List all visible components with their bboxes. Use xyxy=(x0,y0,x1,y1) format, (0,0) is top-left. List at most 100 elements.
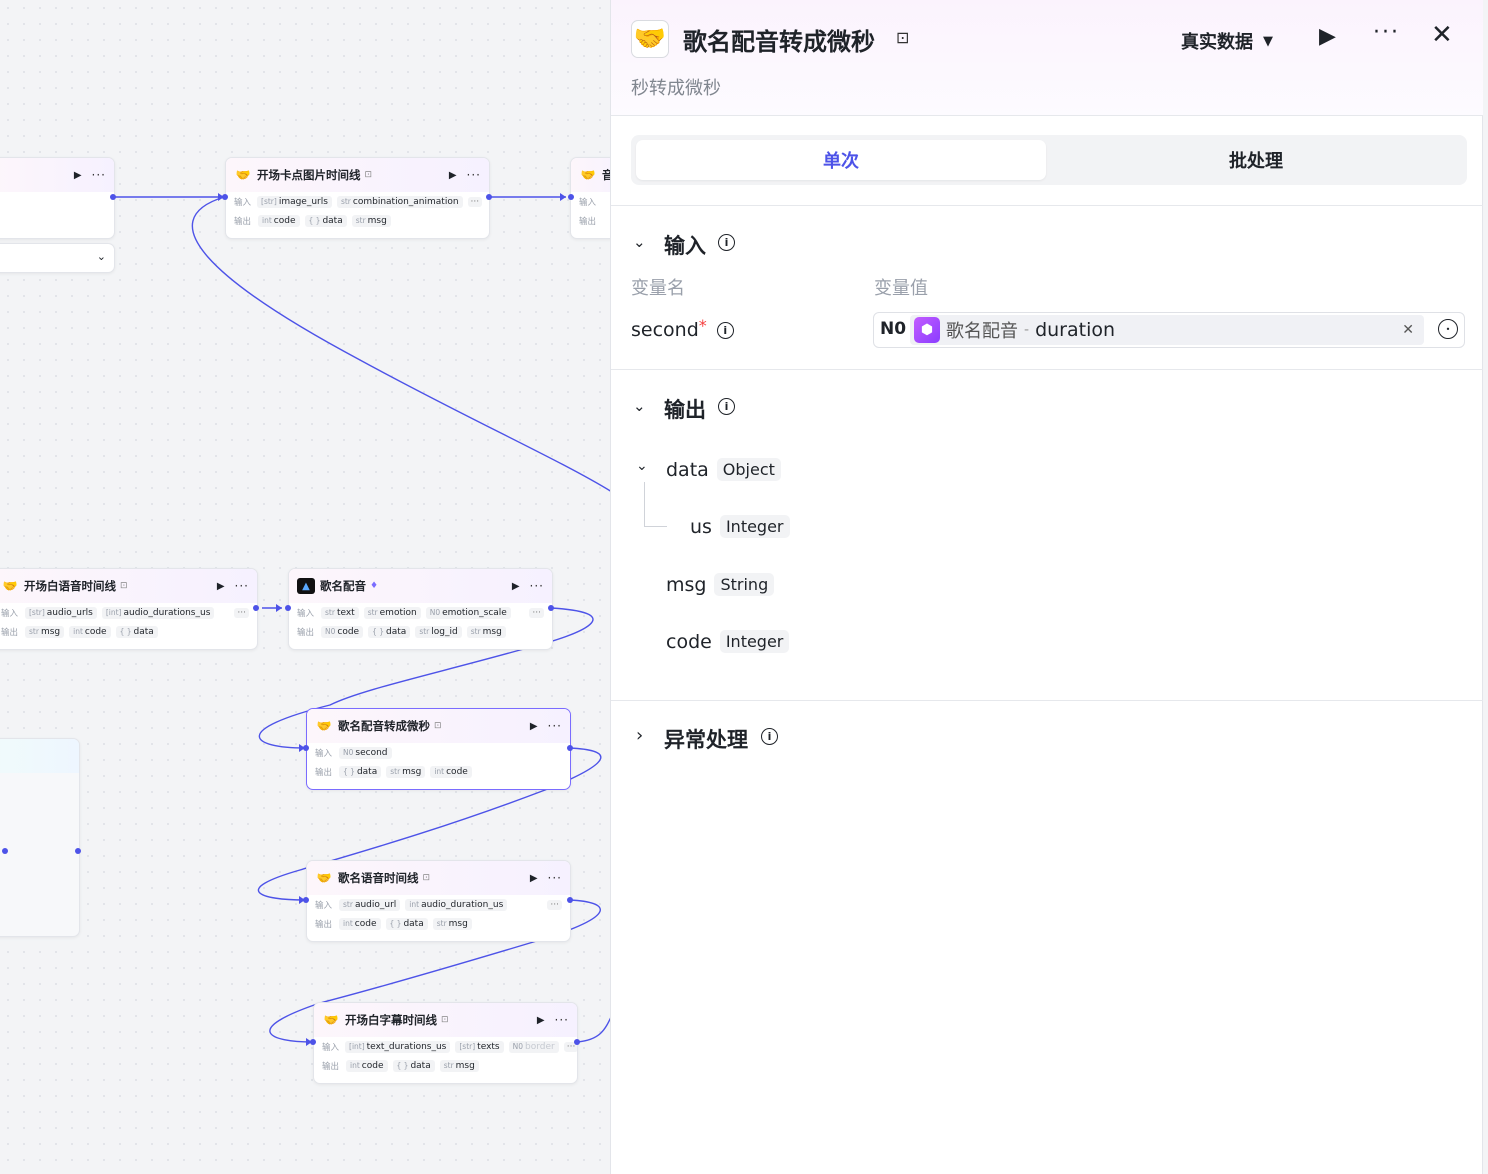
more-icon[interactable]: ··· xyxy=(555,1013,569,1027)
input-section-title[interactable]: 输入 xyxy=(664,230,706,260)
more-params[interactable]: ··· xyxy=(234,607,249,618)
app-logo-icon: ▲ xyxy=(297,578,315,594)
output-field-msg: msg String xyxy=(666,573,775,596)
data-mode-select[interactable]: 真实数据 ▼ xyxy=(1181,28,1273,54)
ref-separator: - xyxy=(1024,322,1030,338)
clear-icon[interactable]: ✕ xyxy=(1402,322,1414,338)
divider xyxy=(611,205,1483,206)
plugin-icon: ⊡ xyxy=(364,170,373,180)
more-icon[interactable]: ··· xyxy=(548,871,562,885)
node-port[interactable] xyxy=(310,1039,316,1045)
chevron-down-icon[interactable]: ⌄ xyxy=(636,458,648,474)
workflow-canvas[interactable]: ▶ ··· ⌄ 🤝 开场卡点图片时间线 ⊡ ▶ ··· 输入 [str] imag… xyxy=(0,0,612,1174)
node-group[interactable] xyxy=(0,738,80,937)
node-voice-timeline[interactable]: 🤝 歌名语音时间线 ⊡ ▶ ··· 输入 str audio_url int aud… xyxy=(306,860,571,942)
edge xyxy=(191,196,612,493)
node-port[interactable] xyxy=(75,848,81,854)
chevron-right-icon[interactable]: › xyxy=(636,725,643,746)
node-yin[interactable]: 🤝 音 输入 输出 xyxy=(570,157,612,239)
reference-chip[interactable]: ⬢ 歌名配音 - duration ✕ xyxy=(910,315,1424,345)
info-icon[interactable]: i xyxy=(718,234,735,251)
verified-icon: ♦ xyxy=(370,581,379,591)
node-port[interactable] xyxy=(567,745,573,751)
required-mark: * xyxy=(698,315,707,335)
more-params[interactable]: ··· xyxy=(467,196,483,207)
param-tag: int code xyxy=(258,214,300,227)
node-inputs: 输入 [str] image_urls str combination_animat… xyxy=(226,192,489,211)
more-icon[interactable]: ··· xyxy=(92,168,106,182)
error-section-title[interactable]: 异常处理 xyxy=(664,724,748,754)
panel-title[interactable]: 歌名配音转成微秒 xyxy=(683,22,875,57)
divider xyxy=(611,369,1483,370)
more-icon[interactable]: ··· xyxy=(235,579,249,593)
run-icon[interactable]: ▶ xyxy=(217,581,225,592)
node-convert-to-microseconds[interactable]: 🤝 歌名配音转成微秒 ⊡ ▶ ··· 输入 N0 second 输出 { } dat… xyxy=(306,708,571,790)
more-icon[interactable]: ··· xyxy=(548,719,562,733)
node-previous[interactable]: ▶ ··· xyxy=(0,157,115,239)
node-port[interactable] xyxy=(568,194,574,200)
run-icon[interactable]: ▶ xyxy=(537,1015,545,1026)
chevron-down-icon[interactable]: ⌄ xyxy=(633,397,646,415)
run-icon[interactable]: ▶ xyxy=(512,581,520,592)
edge-arrow xyxy=(560,193,566,201)
node-gemingpeiyin[interactable]: ▲ 歌名配音 ♦ ▶ ··· 输入 str text str emotion N0 e… xyxy=(288,568,553,650)
select-dropdown[interactable]: ⌄ xyxy=(0,243,115,273)
node-detail-panel: 🤝 歌名配音转成微秒 ⊡ 真实数据 ▼ ▶ ··· ✕ 秒转成微秒 单次 批处理… xyxy=(610,0,1483,1174)
plugin-icon: ⊡ xyxy=(434,721,442,731)
plugin-icon: ⊡ xyxy=(120,581,128,591)
tab-single[interactable]: 单次 xyxy=(636,140,1046,180)
node-port[interactable] xyxy=(567,897,573,903)
close-icon[interactable]: ✕ xyxy=(1431,22,1453,48)
handshake-icon: 🤝 xyxy=(2,579,18,593)
node-port[interactable] xyxy=(253,605,259,611)
node-port[interactable] xyxy=(303,897,309,903)
node-outputs: 输出 int code { } data str msg xyxy=(226,211,489,230)
node-port[interactable] xyxy=(222,194,228,200)
panel-subtitle: 秒转成微秒 xyxy=(631,78,721,99)
output-field-code: code Integer xyxy=(666,630,790,653)
node-kadian-timeline[interactable]: 🤝 开场卡点图片时间线 ⊡ ▶ ··· 输入 [str] image_urls s… xyxy=(225,157,490,239)
plugin-icon: ⊡ xyxy=(441,1015,449,1025)
param-tag: [str] image_urls xyxy=(257,195,332,208)
node-port[interactable] xyxy=(486,194,492,200)
canvas-right-edge xyxy=(1482,0,1488,1174)
run-icon[interactable]: ▶ xyxy=(530,721,538,732)
param-tag: str combination_animation xyxy=(336,195,463,208)
more-icon[interactable]: ··· xyxy=(1373,20,1400,45)
column-header-name: 变量名 xyxy=(631,278,685,299)
run-icon[interactable]: ▶ xyxy=(74,170,82,181)
plugin-icon: ⊡ xyxy=(422,873,431,883)
run-icon[interactable]: ▶ xyxy=(449,170,457,181)
node-port[interactable] xyxy=(2,848,8,854)
node-port[interactable] xyxy=(303,745,309,751)
more-params[interactable]: ··· xyxy=(547,899,562,910)
chevron-down-icon: ⌄ xyxy=(96,250,106,263)
run-icon[interactable]: ▶ xyxy=(1319,24,1336,49)
output-section-title[interactable]: 输出 xyxy=(664,394,706,424)
node-port[interactable] xyxy=(110,194,116,200)
more-icon[interactable]: ··· xyxy=(530,579,544,593)
run-icon[interactable]: ▶ xyxy=(530,873,538,884)
more-params[interactable]: ··· xyxy=(529,607,544,618)
ref-source: 歌名配音 xyxy=(946,321,1018,342)
info-icon[interactable]: i xyxy=(716,321,734,339)
info-icon[interactable]: i xyxy=(761,728,778,745)
handshake-icon: 🤝 xyxy=(580,168,596,182)
node-port[interactable] xyxy=(548,605,554,611)
node-subtitle-timeline[interactable]: 🤝 开场白字幕时间线 ⊡ ▶ ··· 输入 [int] text_duration… xyxy=(313,1002,578,1084)
variable-name: second * i xyxy=(631,315,734,341)
data-mode-label: 真实数据 xyxy=(1181,32,1253,53)
param-tag: { } data xyxy=(304,214,347,227)
node-kaichang-voice-timeline[interactable]: 🤝 开场白语音时间线 ⊡ ▶ ··· 输入 [str] audio_urls [i… xyxy=(0,568,258,650)
node-ref-icon: ⬢ xyxy=(914,317,940,343)
chevron-down-icon[interactable]: ⌄ xyxy=(633,233,646,251)
more-icon[interactable]: ··· xyxy=(467,168,481,182)
node-port[interactable] xyxy=(574,1039,580,1045)
handshake-icon: 🤝 xyxy=(633,24,667,54)
variable-value-field[interactable]: N0 ⬢ 歌名配音 - duration ✕ • xyxy=(873,312,1465,348)
tab-batch[interactable]: 批处理 xyxy=(1051,140,1461,180)
info-icon[interactable]: i xyxy=(718,398,735,415)
variable-picker-icon[interactable]: • xyxy=(1438,319,1458,339)
node-port[interactable] xyxy=(285,605,291,611)
handshake-icon: 🤝 xyxy=(323,1013,339,1027)
